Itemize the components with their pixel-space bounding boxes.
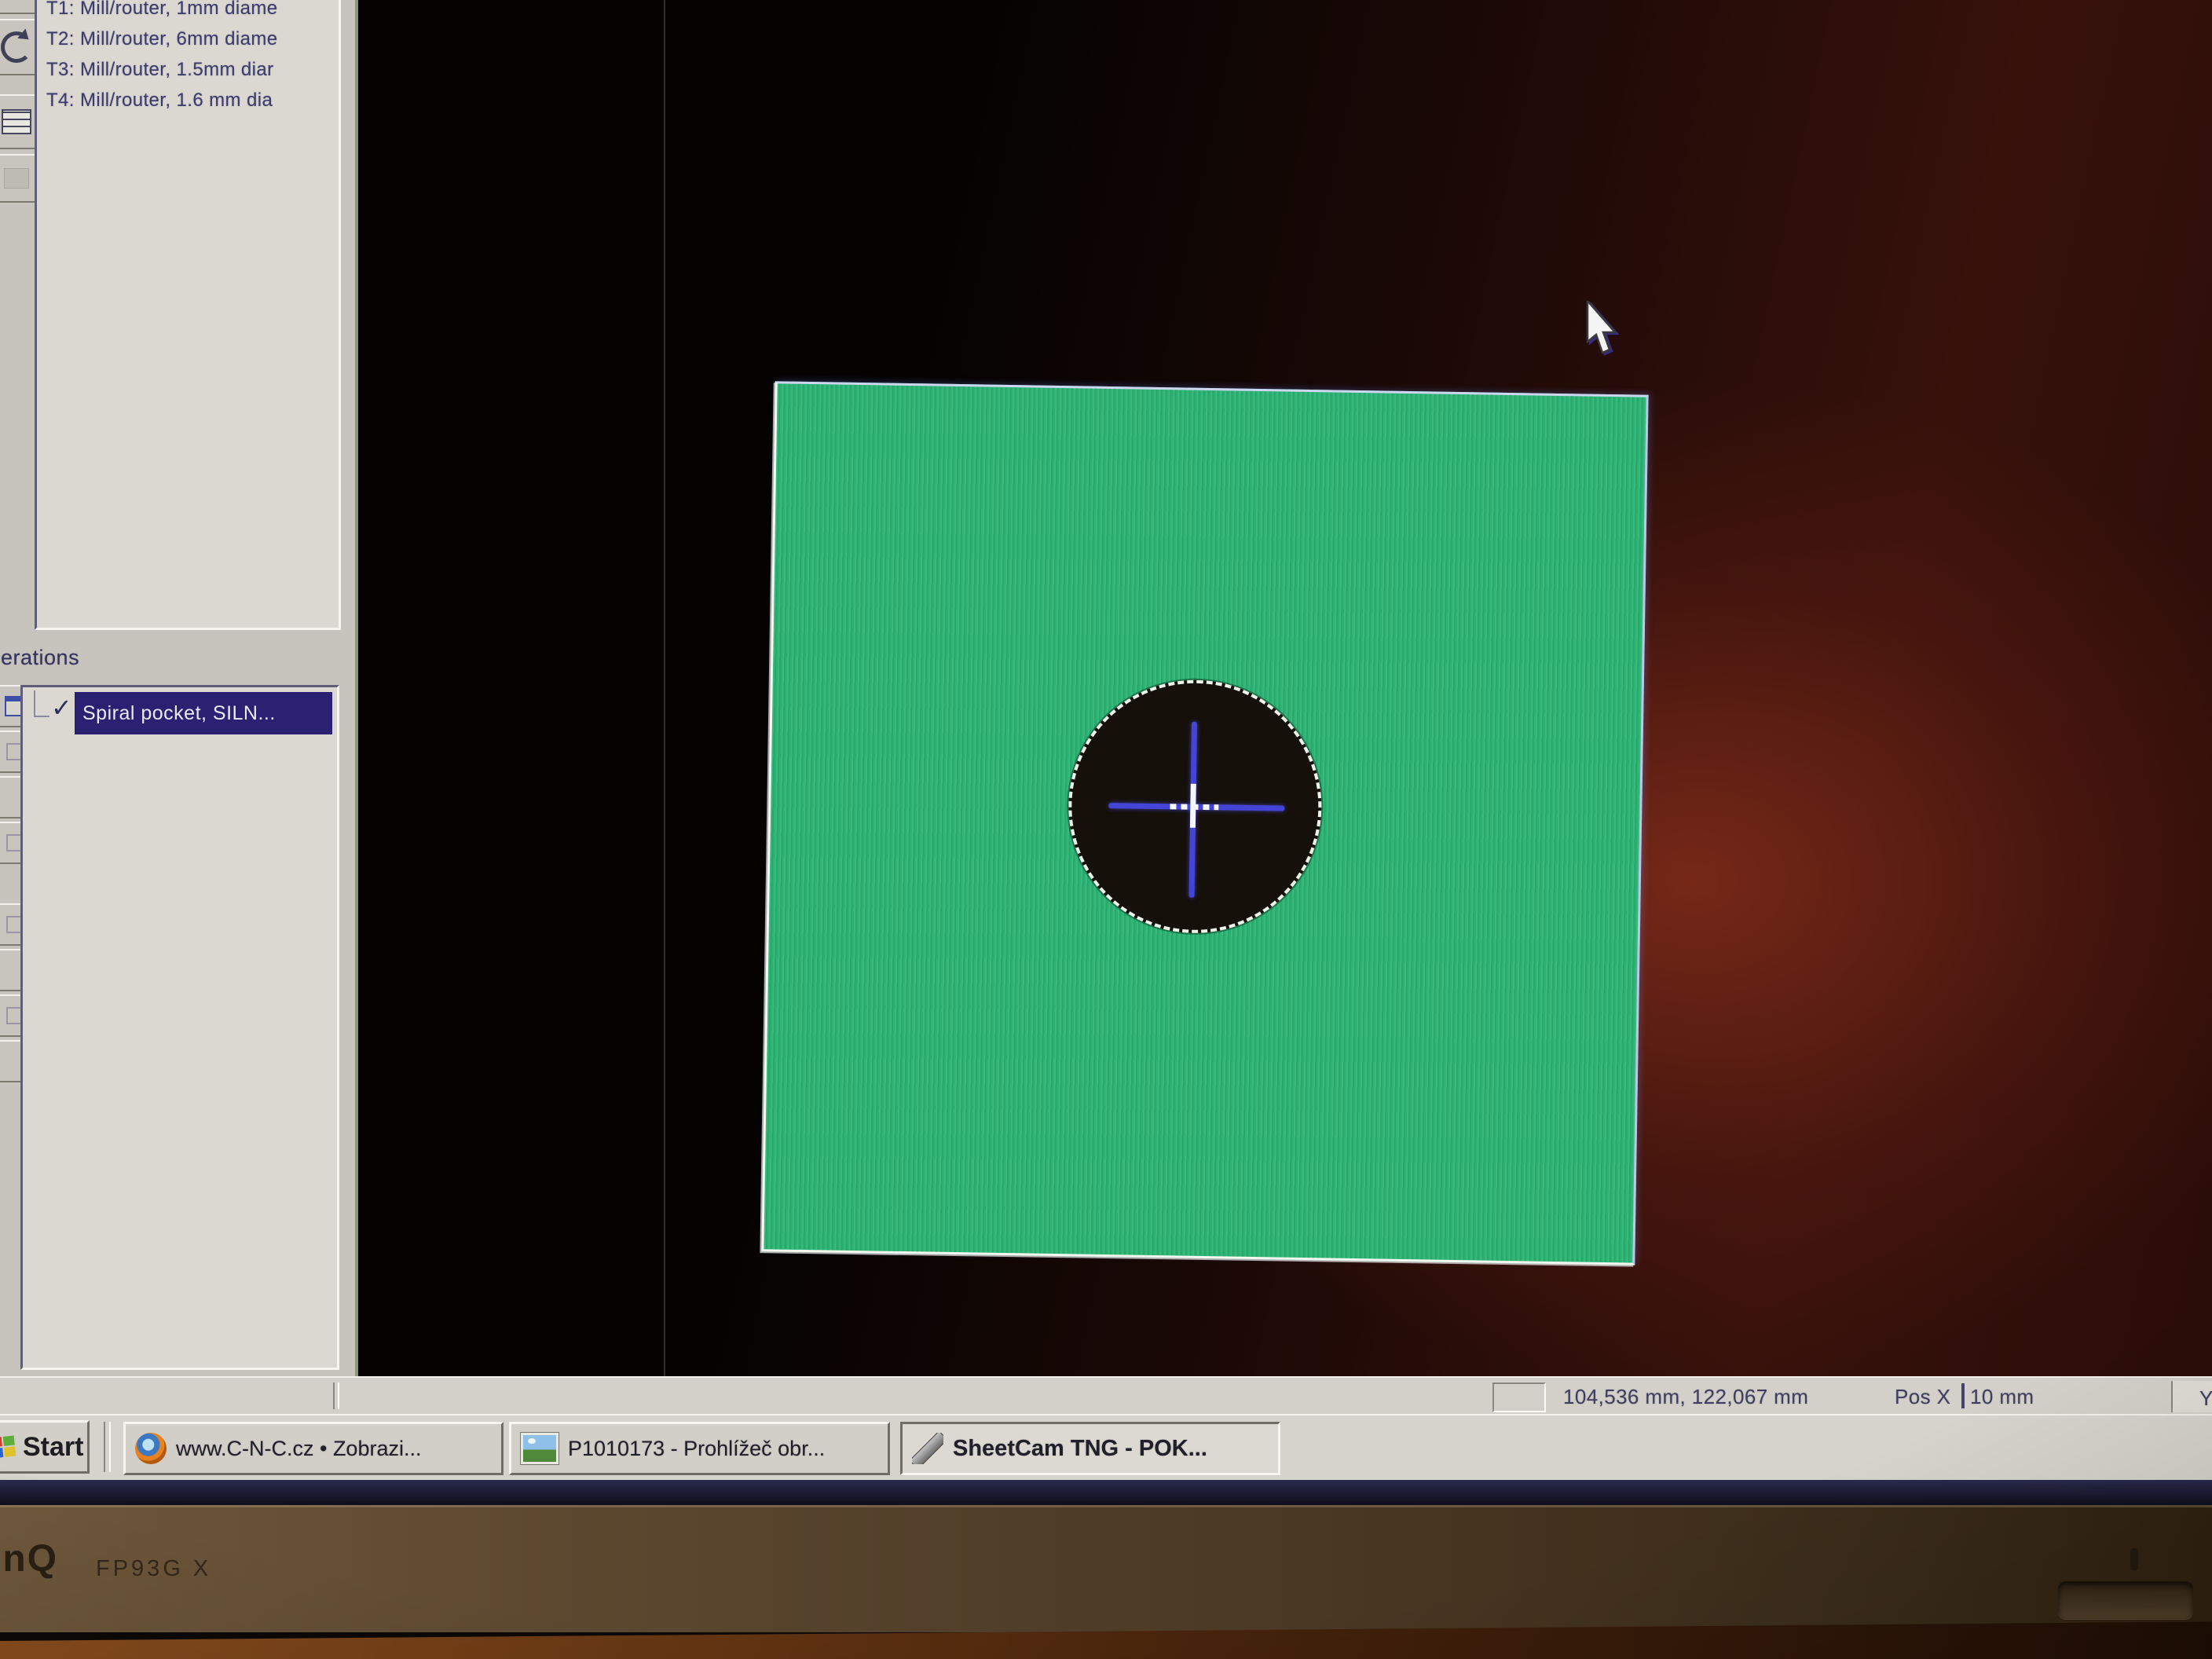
monitor-bezel: BenQ FP93G X — [0, 1505, 2212, 1632]
operation-checkbox[interactable]: ✓ — [51, 695, 72, 720]
taskbar-button-image-viewer[interactable]: P1010173 - Prohlížeč obr... — [509, 1422, 890, 1475]
pos-x-label: Pos X — [1895, 1385, 1950, 1409]
text-caret — [1961, 1383, 1965, 1408]
taskbar-button-sheetcam[interactable]: SheetCam TNG - POK... — [900, 1422, 1280, 1475]
firefox-icon — [135, 1433, 167, 1464]
taskbar-divider — [104, 1422, 111, 1472]
task-label: SheetCam TNG - POK... — [953, 1436, 1207, 1462]
windows-flag-icon — [0, 1436, 16, 1459]
operation-item-selected[interactable]: Spiral pocket, SILN... — [75, 692, 332, 734]
pos-x-input[interactable]: 10 mm — [1970, 1385, 2034, 1409]
tree-connector — [34, 716, 49, 717]
operations-panel-label: Operations — [0, 646, 79, 670]
status-bar: 104,536 mm, 122,067 mm Pos X 10 mm Y — [0, 1376, 2212, 1414]
drawing-canvas[interactable] — [358, 0, 2212, 1376]
power-button — [2058, 1581, 2193, 1619]
tool-item[interactable]: T3: Mill/router, 1.5mm diar — [46, 54, 339, 85]
refresh-button[interactable] — [0, 19, 39, 75]
tree-connector — [34, 690, 35, 716]
monitor-photo: T1: Mill/router, 1mm diame T2: Mill/rout… — [0, 0, 2212, 1659]
pos-y-field[interactable]: Y — [2171, 1381, 2212, 1412]
pos-y-label: Y — [2199, 1386, 2212, 1411]
faded-tool-icon — [4, 168, 29, 189]
cursor-coordinates: 104,536 mm, 122,067 mm — [1563, 1385, 1808, 1409]
task-label: P1010173 - Prohlížeč obr... — [568, 1437, 825, 1461]
power-indicator — [2130, 1548, 2138, 1570]
sidebar: T1: Mill/router, 1mm diame T2: Mill/rout… — [0, 0, 358, 1376]
sheetcam-icon — [912, 1433, 943, 1464]
part-outline-square — [761, 381, 1648, 1265]
crosshair-center-horizontal — [1170, 804, 1218, 810]
monitor-model-label: FP93G X — [96, 1556, 211, 1582]
screen: T1: Mill/router, 1mm diame T2: Mill/rout… — [0, 0, 2212, 1505]
mouse-cursor-icon — [1585, 301, 1620, 357]
tool-item[interactable]: T2: Mill/router, 6mm diame — [46, 24, 339, 54]
swatch-button[interactable] — [0, 0, 39, 14]
monitor-brand-logo: BenQ — [0, 1537, 58, 1580]
status-divider — [333, 1382, 339, 1409]
canvas-edge-line — [664, 0, 665, 1376]
tools-list[interactable]: T1: Mill/router, 1mm diame T2: Mill/rout… — [35, 0, 341, 630]
grid-icon — [2, 109, 31, 134]
status-panel — [1492, 1382, 1546, 1412]
image-viewer-icon — [521, 1433, 558, 1464]
taskbar: Start www.C-N-C.cz • Zobrazi... P1010173… — [0, 1414, 2212, 1480]
tool-item[interactable]: T1: Mill/router, 1mm diame — [46, 0, 339, 24]
taskbar-button-firefox[interactable]: www.C-N-C.cz • Zobrazi... — [123, 1422, 504, 1475]
grid-button[interactable] — [0, 94, 39, 149]
operations-list[interactable]: ✓ Spiral pocket, SILN... — [20, 685, 339, 1370]
refresh-icon — [1, 31, 32, 63]
screen-bottom-edge — [0, 1480, 2212, 1505]
start-button[interactable]: Start — [0, 1420, 90, 1474]
tool-item[interactable]: T4: Mill/router, 1.6 mm dia — [46, 85, 339, 115]
start-label: Start — [23, 1432, 83, 1463]
disabled-tool-button[interactable] — [0, 154, 39, 203]
task-label: www.C-N-C.cz • Zobrazi... — [176, 1437, 421, 1461]
